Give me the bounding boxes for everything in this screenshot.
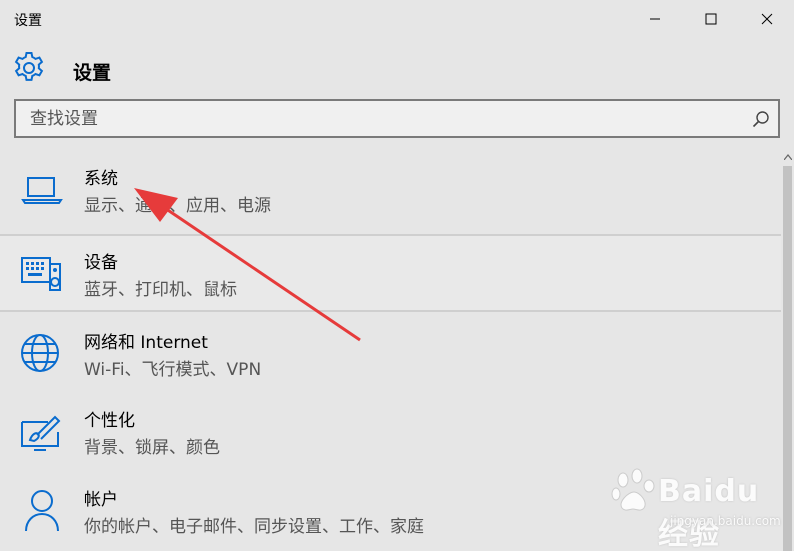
- settings-item-devices[interactable]: 设备 蓝牙、打印机、鼠标: [0, 234, 781, 312]
- gear-icon: [14, 52, 44, 81]
- maximize-icon: [705, 13, 717, 25]
- maximize-button[interactable]: [686, 0, 736, 38]
- minimize-icon: [650, 18, 660, 20]
- item-title: 网络和 Internet: [84, 333, 208, 353]
- item-subtitle: 蓝牙、打印机、鼠标: [84, 280, 237, 300]
- devices-icon: [21, 257, 61, 291]
- search-icon[interactable]: [752, 110, 770, 128]
- watermark-text: Baidu经验: [658, 474, 760, 551]
- page-title: 设置: [73, 62, 112, 84]
- settings-item-system[interactable]: 系统 显示、通知、应用、电源: [0, 150, 781, 228]
- minimize-button[interactable]: [630, 0, 680, 38]
- item-subtitle: 背景、锁屏、颜色: [84, 438, 220, 458]
- personalization-icon: [21, 415, 61, 451]
- item-title: 系统: [84, 169, 118, 189]
- title-bar: 设置: [0, 0, 794, 38]
- person-icon: [25, 490, 59, 531]
- paw-logo: [611, 468, 655, 511]
- settings-item-network[interactable]: 网络和 Internet Wi-Fi、飞行模式、VPN: [0, 314, 781, 392]
- laptop-icon: [21, 177, 63, 204]
- baidu-watermark: Baidu经验 jingyan.baidu.com: [610, 462, 790, 551]
- item-subtitle: 你的帐户、电子邮件、同步设置、工作、家庭: [84, 517, 424, 537]
- item-title: 帐户: [84, 490, 118, 510]
- watermark-url: jingyan.baidu.com: [670, 514, 781, 528]
- search-input[interactable]: [18, 103, 750, 134]
- chevron-up-icon: [783, 154, 792, 160]
- item-subtitle: 显示、通知、应用、电源: [84, 196, 271, 216]
- search-box[interactable]: [14, 99, 780, 138]
- window-title: 设置: [14, 13, 42, 29]
- scroll-up-button[interactable]: [781, 150, 794, 164]
- item-title: 设备: [84, 253, 118, 273]
- close-button[interactable]: [742, 0, 792, 38]
- item-subtitle: Wi-Fi、飞行模式、VPN: [84, 360, 262, 380]
- globe-icon: [21, 334, 59, 372]
- item-title: 个性化: [84, 411, 135, 431]
- settings-header: 设置: [0, 46, 794, 94]
- settings-item-personalization[interactable]: 个性化 背景、锁屏、颜色: [0, 392, 781, 470]
- close-icon: [761, 13, 773, 25]
